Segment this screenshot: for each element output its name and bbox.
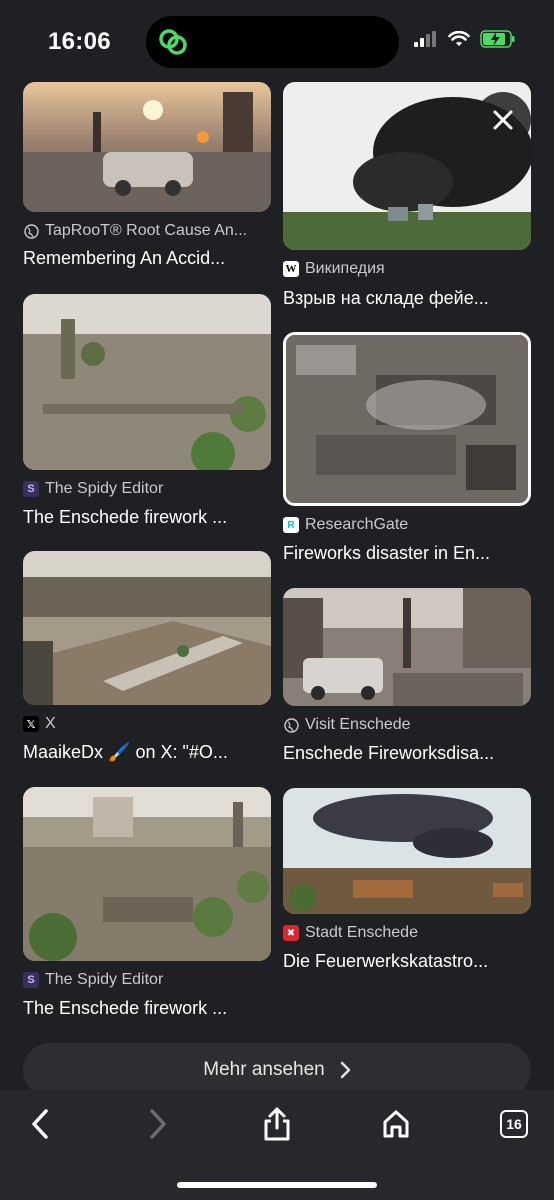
result-thumbnail[interactable] [23,787,271,961]
result-title[interactable]: Fireworks disaster in En... [283,543,531,564]
result-title[interactable]: Remembering An Accid... [23,248,271,269]
result-title[interactable]: The Enschede firework ... [23,507,271,528]
x-icon: 𝕏 [23,716,39,732]
more-results-button[interactable]: Mehr ansehen [23,1043,531,1097]
globe-icon [23,223,39,239]
chevron-left-icon [32,1109,48,1139]
result-source-name: Visit Enschede [305,716,411,733]
close-icon [493,110,513,130]
result-title[interactable]: Die Feuerwerkskatastro... [283,951,531,972]
result-source: TapRooT® Root Cause An... [23,222,247,240]
wikipedia-icon: W [283,261,299,277]
result-thumbnail[interactable] [23,82,271,212]
link-chain-icon [159,29,187,55]
result-source: S The Spidy Editor [23,971,163,989]
result-thumbnail[interactable] [283,788,531,914]
result-source: S The Spidy Editor [23,480,163,498]
result-thumbnail[interactable] [23,294,271,470]
tab-count: 16 [500,1110,528,1138]
result-thumbnail[interactable] [283,332,531,506]
close-button[interactable] [475,92,531,148]
result-source-name: The Spidy Editor [45,971,164,988]
home-icon [383,1110,409,1138]
result-source-name: TapRooT® Root Cause An... [45,222,248,239]
image-result-card[interactable]: Visit Enschede Enschede Fireworksdisa... [283,588,531,778]
share-button[interactable] [257,1104,297,1144]
result-source: W Википедия [283,260,385,278]
status-bar: 16:06 [0,0,554,82]
image-result-card[interactable]: S The Spidy Editor The Enschede firework… [23,787,271,1027]
image-result-card[interactable]: ✖ Stadt Enschede Die Feuerwerkskatastro.… [283,788,531,988]
forward-button[interactable] [138,1104,178,1144]
image-result-card[interactable]: S The Spidy Editor The Enschede firework… [23,294,271,534]
chevron-right-icon [340,1061,350,1079]
battery-charging-icon [480,30,515,48]
researchgate-icon: R [283,517,299,533]
tabs-button[interactable]: 16 [494,1104,534,1144]
globe-icon [283,717,299,733]
chevron-right-icon [150,1109,166,1139]
signal-icon [414,31,436,47]
result-thumbnail[interactable] [23,551,271,705]
status-indicators [414,30,516,48]
result-title[interactable]: The Enschede firework ... [23,998,271,1019]
stadt-enschede-icon: ✖ [283,925,299,941]
result-source-name: The Spidy Editor [45,480,164,497]
image-result-card[interactable]: TapRooT® Root Cause An... Remembering An… [23,82,271,282]
image-result-card[interactable]: 𝕏 X MaaikeDx 🖌️ on X: "#O... [23,551,271,771]
result-source-name: X [45,715,56,732]
home-button[interactable] [376,1104,416,1144]
result-source-name: Stadt Enschede [305,924,418,941]
result-title[interactable]: Enschede Fireworksdisa... [283,743,531,764]
more-results-label: Mehr ansehen [203,1059,325,1080]
result-source-name: ResearchGate [305,516,409,533]
result-source-name: Википедия [305,260,385,277]
result-source: R ResearchGate [283,516,408,534]
result-title[interactable]: Взрыв на складе фейе... [283,288,531,309]
result-title[interactable]: MaaikeDx 🖌️ on X: "#O... [23,742,271,763]
image-result-card[interactable]: R ResearchGate Fireworks disaster in En.… [283,332,531,564]
dynamic-island [146,16,399,68]
result-thumbnail[interactable] [283,588,531,706]
spidy-icon: S [23,481,39,497]
back-button[interactable] [20,1104,60,1144]
wifi-icon [448,31,470,46]
result-source: 𝕏 X [23,715,56,733]
home-indicator [177,1182,377,1188]
result-source: ✖ Stadt Enschede [283,924,418,942]
status-time: 16:06 [48,28,111,55]
spidy-icon: S [23,972,39,988]
share-icon [264,1107,290,1141]
result-source: Visit Enschede [283,716,411,734]
